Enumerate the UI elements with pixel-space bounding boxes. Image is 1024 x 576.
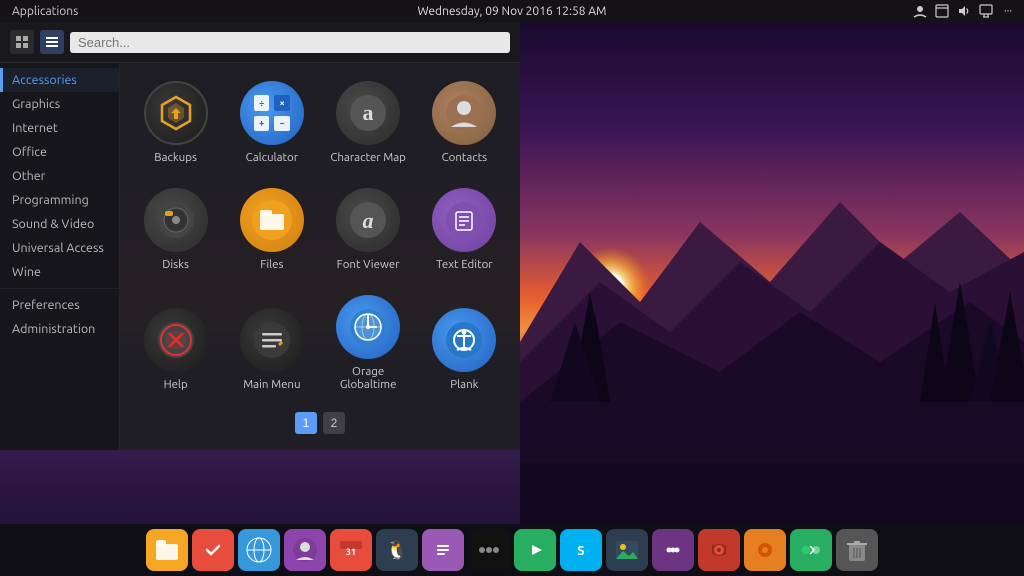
sidebar-item-preferences[interactable]: Preferences	[0, 293, 119, 317]
apps-menu-label[interactable]: Applications	[8, 5, 82, 18]
sidebar-item-universal-access[interactable]: Universal Access	[0, 236, 119, 260]
desktop-scene	[520, 22, 1024, 554]
dock-app2[interactable]	[744, 529, 786, 571]
dock-calendar[interactable]: 31	[330, 529, 372, 571]
taskbar-left: Applications	[8, 5, 82, 18]
more-icon[interactable]: ···	[1000, 3, 1016, 19]
app-item-files[interactable]: Files	[226, 180, 317, 282]
contacts-label: Contacts	[442, 151, 488, 165]
dock-linux[interactable]: 🐧	[376, 529, 418, 571]
sidebar-item-programming[interactable]: Programming	[0, 188, 119, 212]
svg-text:a: a	[363, 208, 374, 233]
search-input[interactable]	[70, 32, 510, 53]
pagination: 1 2	[130, 402, 510, 440]
system-tray: ···	[912, 3, 1016, 19]
contacts-icon	[432, 81, 496, 145]
page-1-button[interactable]: 1	[295, 412, 317, 434]
sidebar-item-office[interactable]: Office	[0, 140, 119, 164]
app-grid-container: Backups ÷ × + − Calculator	[120, 63, 520, 450]
dock-tasks[interactable]	[192, 529, 234, 571]
volume-icon[interactable]	[956, 3, 972, 19]
user-icon[interactable]	[912, 3, 928, 19]
dock-gallery[interactable]	[606, 529, 648, 571]
application-menu: Accessories Graphics Internet Office Oth…	[0, 22, 520, 450]
files-label: Files	[260, 258, 283, 272]
dock-files[interactable]	[146, 529, 188, 571]
menu-header	[0, 22, 520, 63]
app-item-plank[interactable]: Plank	[419, 287, 510, 403]
help-icon	[144, 308, 208, 372]
category-sidebar: Accessories Graphics Internet Office Oth…	[0, 63, 120, 450]
dock-switch[interactable]	[790, 529, 832, 571]
fontviewer-icon: a	[336, 188, 400, 252]
list-view-button[interactable]	[40, 30, 64, 54]
app-item-backups[interactable]: Backups	[130, 73, 221, 175]
app-item-font-viewer[interactable]: a Font Viewer	[323, 180, 414, 282]
charmap-icon: a	[336, 81, 400, 145]
dock-audio[interactable]	[698, 529, 740, 571]
sidebar-item-internet[interactable]: Internet	[0, 116, 119, 140]
disks-label: Disks	[162, 258, 189, 272]
calculator-label: Calculator	[246, 151, 298, 165]
dock: 31 🐧 S	[0, 524, 1024, 576]
svg-text:a: a	[363, 100, 374, 125]
dock-trash[interactable]	[836, 529, 878, 571]
charmap-label: Character Map	[330, 151, 406, 165]
display-icon[interactable]	[978, 3, 994, 19]
help-label: Help	[164, 378, 188, 392]
app-item-disks[interactable]: Disks	[130, 180, 221, 282]
top-taskbar: Applications Wednesday, 09 Nov 2016 12:5…	[0, 0, 1024, 22]
menu-body: Accessories Graphics Internet Office Oth…	[0, 63, 520, 450]
orage-label: Orage Globaltime	[328, 365, 409, 393]
texteditor-label: Text Editor	[436, 258, 493, 272]
window-icon[interactable]	[934, 3, 950, 19]
dock-notes[interactable]	[422, 529, 464, 571]
svg-text:S: S	[577, 544, 584, 558]
dock-skype[interactable]: S	[560, 529, 602, 571]
backups-icon	[144, 81, 208, 145]
svg-text:🐧: 🐧	[386, 539, 408, 560]
page-2-button[interactable]: 2	[323, 412, 345, 434]
grid-view-button[interactable]	[10, 30, 34, 54]
dock-dots[interactable]	[468, 529, 510, 571]
app-item-contacts[interactable]: Contacts	[419, 73, 510, 175]
sidebar-item-graphics[interactable]: Graphics	[0, 92, 119, 116]
texteditor-icon	[432, 188, 496, 252]
datetime-display: Wednesday, 09 Nov 2016 12:58 AM	[418, 5, 607, 18]
disks-icon	[144, 188, 208, 252]
app-item-help[interactable]: Help	[130, 287, 221, 403]
fontviewer-label: Font Viewer	[337, 258, 400, 272]
dock-media[interactable]	[514, 529, 556, 571]
sidebar-divider	[0, 288, 119, 289]
plank-icon	[432, 308, 496, 372]
app-grid: Backups ÷ × + − Calculator	[130, 73, 510, 402]
app-item-main-menu[interactable]: Main Menu	[226, 287, 317, 403]
plank-label: Plank	[450, 378, 478, 392]
sidebar-item-accessories[interactable]: Accessories	[0, 68, 119, 92]
dock-chat[interactable]	[652, 529, 694, 571]
sidebar-item-administration[interactable]: Administration	[0, 317, 119, 341]
app-item-orage[interactable]: Orage Globaltime	[323, 287, 414, 403]
sidebar-item-other[interactable]: Other	[0, 164, 119, 188]
calculator-icon: ÷ × + −	[240, 81, 304, 145]
dock-contacts[interactable]	[284, 529, 326, 571]
svg-text:31: 31	[346, 547, 356, 557]
mainmenu-icon	[240, 308, 304, 372]
sidebar-item-wine[interactable]: Wine	[0, 260, 119, 284]
dock-browser[interactable]	[238, 529, 280, 571]
mainmenu-label: Main Menu	[243, 378, 300, 392]
orage-icon	[336, 295, 400, 359]
app-item-calculator[interactable]: ÷ × + − Calculator	[226, 73, 317, 175]
backups-label: Backups	[154, 151, 197, 165]
sidebar-item-sound-video[interactable]: Sound & Video	[0, 212, 119, 236]
app-item-character-map[interactable]: a Character Map	[323, 73, 414, 175]
files-icon	[240, 188, 304, 252]
app-item-text-editor[interactable]: Text Editor	[419, 180, 510, 282]
